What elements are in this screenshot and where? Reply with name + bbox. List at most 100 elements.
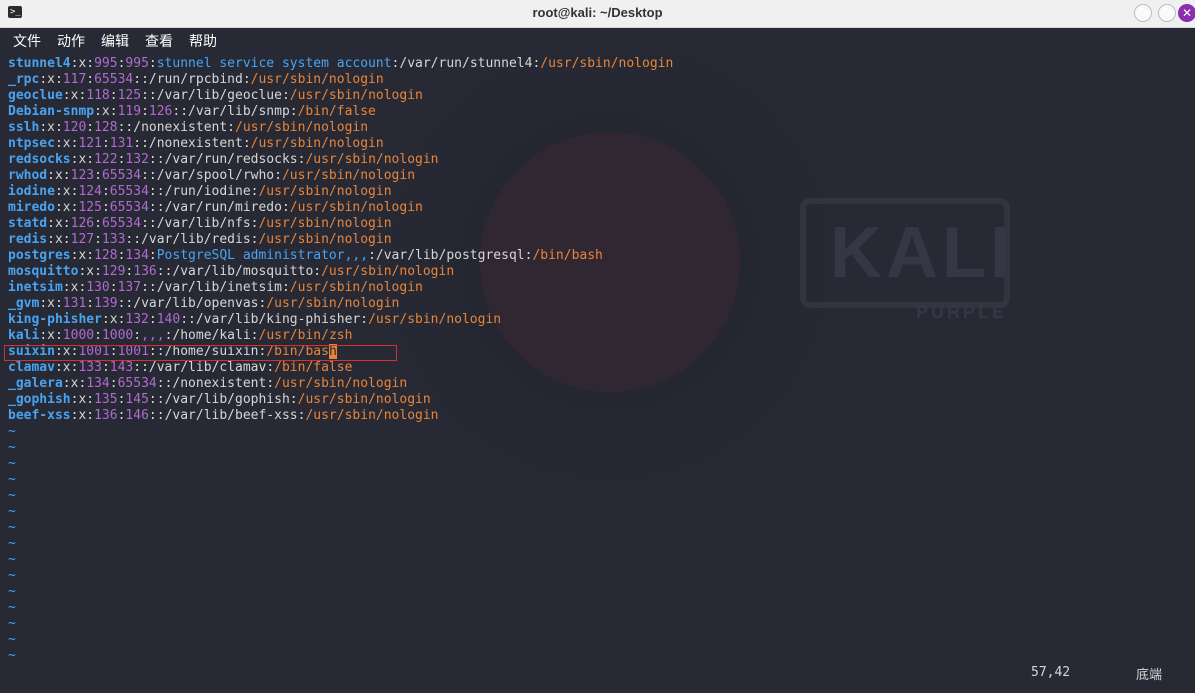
terminal-area[interactable]: KALI PURPLE stunnel4:x:995:995:stunnel s… (0, 52, 1195, 693)
login-shell: /usr/sbin/nologin (289, 280, 423, 295)
field-separator: : (86, 408, 95, 423)
login-shell: /usr/sbin/nologin (368, 312, 502, 327)
passwd-line: miredo:x:125:65534::/var/run/miredo:/usr… (8, 200, 673, 216)
username: _gvm (8, 296, 40, 311)
field-separator: : (148, 152, 157, 167)
field-separator: : (109, 88, 118, 103)
field-separator: : (141, 136, 149, 151)
passwd-line: redsocks:x:122:132::/var/run/redsocks:/u… (8, 152, 673, 168)
passwd-line: kali:x:1000:1000:,,,:/home/kali:/usr/bin… (8, 328, 673, 344)
gid: 128 (94, 120, 118, 135)
field-separator: : (133, 328, 142, 343)
gid: 65534 (101, 216, 142, 231)
field-separator: : (39, 72, 48, 87)
field-separator: : (94, 216, 102, 231)
gid: 126 (148, 104, 173, 119)
home-dir: /home/kali (172, 328, 251, 343)
kali-logo-frame (800, 198, 1010, 308)
gid: 1000 (101, 328, 134, 343)
passwd-line: statd:x:126:65534::/var/lib/nfs:/usr/sbi… (8, 216, 673, 232)
close-button[interactable]: ✕ (1178, 4, 1195, 22)
minimize-button[interactable] (1134, 4, 1152, 22)
passwd-line: stunnel4:x:995:995:stunnel service syste… (8, 56, 673, 72)
password-field: x (62, 200, 71, 215)
tilde-marker: ~ (8, 552, 16, 567)
field-separator: : (101, 312, 110, 327)
gid: 133 (101, 232, 126, 247)
login-shell: /usr/sbin/nologin (250, 136, 384, 151)
tilde-marker: ~ (8, 456, 16, 471)
login-shell: /usr/sbin/nologin (274, 376, 408, 391)
field-separator: : (148, 280, 157, 295)
field-separator: : (54, 328, 63, 343)
menu-file[interactable]: 文件 (13, 31, 41, 51)
passwd-line: _rpc:x:117:65534::/run/rpcbind:/usr/sbin… (8, 72, 673, 88)
login-shell: /usr/sbin/nologin (281, 168, 416, 183)
tilde-marker: ~ (8, 424, 16, 439)
field-separator: : (94, 264, 102, 279)
empty-buffer-line: ~ (8, 648, 673, 664)
passwd-line: _gophish:x:135:145::/var/lib/gophish:/us… (8, 392, 673, 408)
field-separator: : (289, 392, 298, 407)
field-separator: : (242, 136, 251, 151)
field-separator: : (54, 200, 63, 215)
home-dir: /var/lib/king-phisher (195, 312, 361, 327)
field-separator: : (156, 392, 165, 407)
username: mosquitto (8, 264, 79, 279)
gid: 140 (156, 312, 181, 327)
field-separator: : (101, 136, 110, 151)
passwd-line: beef-xss:x:136:146::/var/lib/beef-xss:/u… (8, 408, 673, 424)
field-separator: : (148, 56, 157, 71)
tilde-marker: ~ (8, 488, 16, 503)
gid: 136 (133, 264, 157, 279)
field-separator: : (141, 216, 149, 231)
field-separator: : (148, 392, 157, 407)
login-shell: /usr/bin/zsh (258, 328, 353, 343)
field-separator: : (54, 184, 63, 199)
field-separator: : (109, 376, 118, 391)
passwd-line: sslh:x:120:128::/nonexistent:/usr/sbin/n… (8, 120, 673, 136)
home-dir: /var/lib/nfs (156, 216, 251, 231)
field-separator: : (313, 264, 322, 279)
username: kali (8, 328, 40, 343)
field-separator: : (148, 88, 157, 103)
field-separator: : (101, 200, 110, 215)
field-separator: : (62, 232, 71, 247)
username: _gophish (8, 392, 71, 407)
passwd-line: Debian-snmp:x:119:126::/var/lib/snmp:/bi… (8, 104, 673, 120)
field-separator: : (250, 328, 259, 343)
gid: 131 (109, 136, 134, 151)
menu-view[interactable]: 查看 (145, 31, 173, 51)
field-separator: : (148, 312, 157, 327)
login-shell: /usr/sbin/nologin (540, 56, 674, 71)
tilde-marker: ~ (8, 600, 16, 615)
password-field: x (86, 264, 95, 279)
passwd-line: rwhod:x:123:65534::/var/spool/rwho:/usr/… (8, 168, 673, 184)
field-separator: : (141, 88, 149, 103)
empty-buffer-line: ~ (8, 536, 673, 552)
field-separator: : (242, 72, 251, 87)
field-separator: : (94, 168, 102, 183)
menu-help[interactable]: 帮助 (189, 31, 217, 51)
username: miredo (8, 200, 55, 215)
tilde-marker: ~ (8, 648, 16, 663)
login-shell: /usr/sbin/nologin (235, 120, 369, 135)
field-separator: : (54, 296, 63, 311)
menu-actions[interactable]: 动作 (57, 31, 85, 51)
field-separator: : (281, 88, 290, 103)
login-shell: /usr/sbin/nologin (321, 264, 455, 279)
field-separator: : (141, 104, 149, 119)
field-separator: : (133, 360, 142, 375)
field-separator: : (39, 296, 48, 311)
field-separator: : (148, 216, 157, 231)
uid: 117 (62, 72, 87, 87)
maximize-button[interactable] (1158, 4, 1176, 22)
field-separator: : (47, 216, 55, 231)
passwd-line: _gvm:x:131:139::/var/lib/openvas:/usr/sb… (8, 296, 673, 312)
login-shell: /usr/sbin/nologin (305, 408, 439, 423)
menu-edit[interactable]: 编辑 (101, 31, 129, 51)
field-separator: : (156, 376, 165, 391)
uid: 136 (94, 408, 118, 423)
passwd-line: mosquitto:x:129:136::/var/lib/mosquitto:… (8, 264, 673, 280)
field-separator: : (133, 232, 142, 247)
